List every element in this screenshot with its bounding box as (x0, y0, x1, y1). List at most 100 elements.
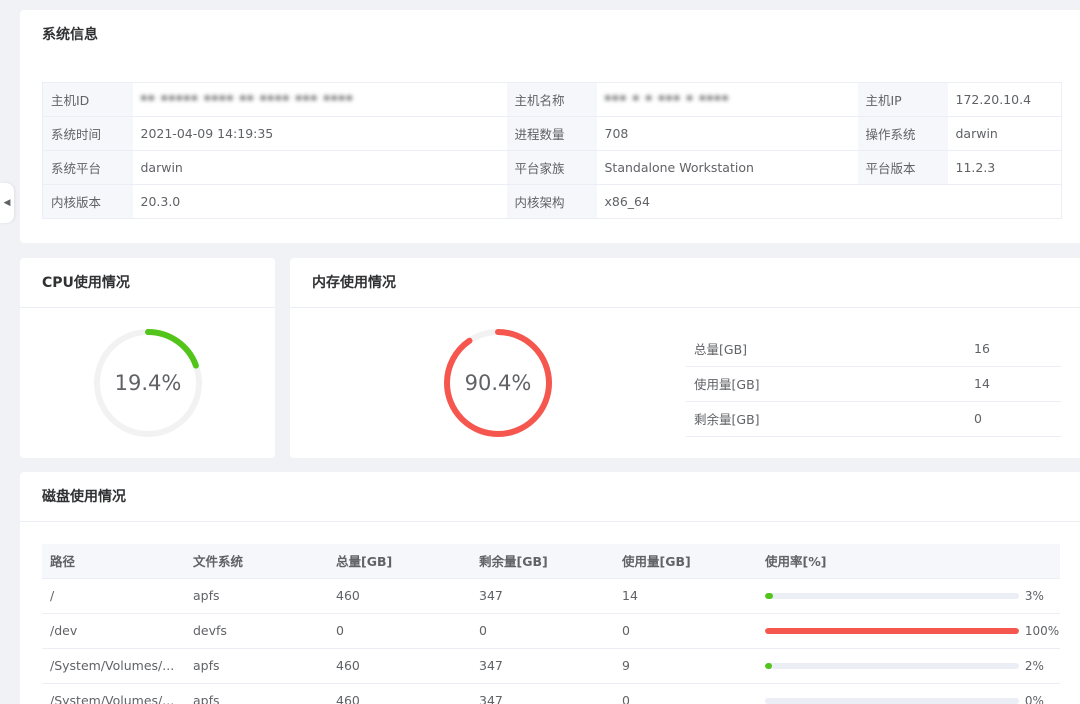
table-row: 内核版本 20.3.0 内核架构 x86_64 (42, 184, 1062, 219)
disk-cell-path: /System/Volumes/... (42, 648, 185, 684)
system-info-table: 主机ID ** ***** **** ** **** *** **** 主机名称 **… (42, 82, 1062, 219)
info-label: 平台版本 (857, 150, 948, 185)
disk-cell-free: 347 (471, 683, 614, 704)
disk-cell-total: 460 (328, 683, 471, 704)
usage-progress-fill (765, 627, 1019, 634)
info-label: 主机ID (42, 82, 133, 117)
info-value: 708 (596, 116, 858, 151)
usage-progress-fill (765, 662, 772, 669)
disk-cell-path: /System/Volumes/... (42, 683, 185, 704)
usage-progress-bar (765, 697, 1019, 704)
info-label: 主机名称 (506, 82, 597, 117)
sidebar-toggle[interactable]: ◀ (0, 183, 14, 223)
info-value: 11.2.3 (947, 150, 1062, 185)
disk-cell-usage: 0% (757, 683, 1060, 704)
usage-progress-bar (765, 662, 1019, 669)
info-label: 主机IP (857, 82, 948, 117)
memory-value: 16 (966, 331, 1061, 367)
cpu-usage-title: CPU使用情况 (20, 258, 275, 308)
memory-usage-card: 内存使用情况 90.4% 总量[GB] 16 使用量[GB] 14 剩余量[GB… (290, 258, 1080, 458)
disk-table-header: 路径 文件系统 总量[GB] 剩余量[GB] 使用量[GB] 使用率[%] (42, 544, 1060, 579)
memory-value: 0 (966, 401, 1061, 437)
disk-cell-used: 9 (614, 648, 757, 684)
info-value: ** ***** **** ** **** *** **** (132, 82, 507, 117)
memory-usage-title: 内存使用情况 (290, 258, 1080, 308)
table-row: 系统时间 2021-04-09 14:19:35 进程数量 708 操作系统 darwin (42, 116, 1062, 151)
table-row: / apfs 460 347 14 3% (42, 578, 1060, 614)
memory-percent: 90.4% (464, 371, 532, 395)
memory-value: 14 (966, 366, 1061, 402)
table-row: 剩余量[GB] 0 (686, 401, 1061, 437)
cpu-percent: 19.4% (114, 371, 182, 395)
disk-cell-free: 347 (471, 648, 614, 684)
disk-cell-fs: apfs (185, 683, 328, 704)
usage-progress-bar (765, 592, 1019, 599)
caret-left-icon: ◀ (3, 198, 11, 208)
column-header-free[interactable]: 剩余量[GB] (471, 544, 614, 579)
system-info-card: 系统信息 主机ID ** ***** **** ** **** *** **** 主… (20, 10, 1080, 243)
disk-cell-usage: 100% (757, 613, 1060, 649)
disk-table: 路径 文件系统 总量[GB] 剩余量[GB] 使用量[GB] 使用率[%] / a… (42, 544, 1060, 704)
column-header-total[interactable]: 总量[GB] (328, 544, 471, 579)
usage-progress-fill (765, 592, 773, 599)
info-value: x86_64 (596, 184, 858, 219)
memory-label: 剩余量[GB] (686, 401, 966, 437)
redacted-value: *** * * *** * **** (604, 92, 730, 107)
disk-cell-free: 347 (471, 578, 614, 614)
usage-percent: 3% (1024, 588, 1044, 603)
info-label: 系统时间 (42, 116, 133, 151)
disk-cell-path: / (42, 578, 185, 614)
disk-usage-title: 磁盘使用情况 (20, 472, 1080, 522)
info-label: 系统平台 (42, 150, 133, 185)
disk-cell-fs: apfs (185, 648, 328, 684)
disk-cell-usage: 2% (757, 648, 1060, 684)
disk-cell-used: 0 (614, 683, 757, 704)
redacted-value: ** ***** **** ** **** *** **** (140, 92, 354, 107)
info-value: 20.3.0 (132, 184, 507, 219)
disk-cell-used: 14 (614, 578, 757, 614)
column-header-path[interactable]: 路径 (42, 544, 185, 579)
info-label (857, 184, 948, 219)
info-label: 操作系统 (857, 116, 948, 151)
disk-cell-used: 0 (614, 613, 757, 649)
disk-cell-total: 460 (328, 648, 471, 684)
info-value: *** * * *** * **** (596, 82, 858, 117)
system-info-title: 系统信息 (42, 27, 98, 43)
usage-percent: 0% (1024, 693, 1044, 704)
info-label: 平台家族 (506, 150, 597, 185)
memory-label: 总量[GB] (686, 331, 966, 367)
disk-cell-fs: devfs (185, 613, 328, 649)
column-header-used[interactable]: 使用量[GB] (614, 544, 757, 579)
info-value: 2021-04-09 14:19:35 (132, 116, 507, 151)
info-value: darwin (132, 150, 507, 185)
info-label: 进程数量 (506, 116, 597, 151)
disk-cell-free: 0 (471, 613, 614, 649)
info-value: darwin (947, 116, 1062, 151)
disk-cell-total: 460 (328, 578, 471, 614)
usage-percent: 2% (1024, 658, 1044, 673)
column-header-filesystem[interactable]: 文件系统 (185, 544, 328, 579)
info-value: Standalone Workstation (596, 150, 858, 185)
disk-cell-fs: apfs (185, 578, 328, 614)
table-row: /System/Volumes/... apfs 460 347 9 2% (42, 648, 1060, 684)
table-row: /dev devfs 0 0 0 100% (42, 613, 1060, 649)
info-value (947, 184, 1062, 219)
disk-cell-total: 0 (328, 613, 471, 649)
cpu-gauge: 19.4% (93, 328, 203, 438)
memory-table: 总量[GB] 16 使用量[GB] 14 剩余量[GB] 0 (686, 331, 1061, 437)
table-row: 系统平台 darwin 平台家族 Standalone Workstation 平台版本… (42, 150, 1062, 185)
table-row: 主机ID ** ***** **** ** **** *** **** 主机名称 **… (42, 82, 1062, 117)
info-label: 内核版本 (42, 184, 133, 219)
disk-cell-path: /dev (42, 613, 185, 649)
table-row: 使用量[GB] 14 (686, 366, 1061, 402)
usage-percent: 100% (1024, 623, 1060, 638)
table-row: /System/Volumes/... apfs 460 347 0 0% (42, 683, 1060, 704)
table-row: 总量[GB] 16 (686, 331, 1061, 367)
usage-progress-bar (765, 627, 1019, 634)
info-value: 172.20.10.4 (947, 82, 1062, 117)
disk-usage-card: 磁盘使用情况 路径 文件系统 总量[GB] 剩余量[GB] 使用量[GB] 使用… (20, 472, 1080, 704)
memory-gauge: 90.4% (443, 328, 553, 438)
disk-cell-usage: 3% (757, 578, 1060, 614)
info-label: 内核架构 (506, 184, 597, 219)
column-header-usage-rate[interactable]: 使用率[%] (757, 544, 1060, 579)
